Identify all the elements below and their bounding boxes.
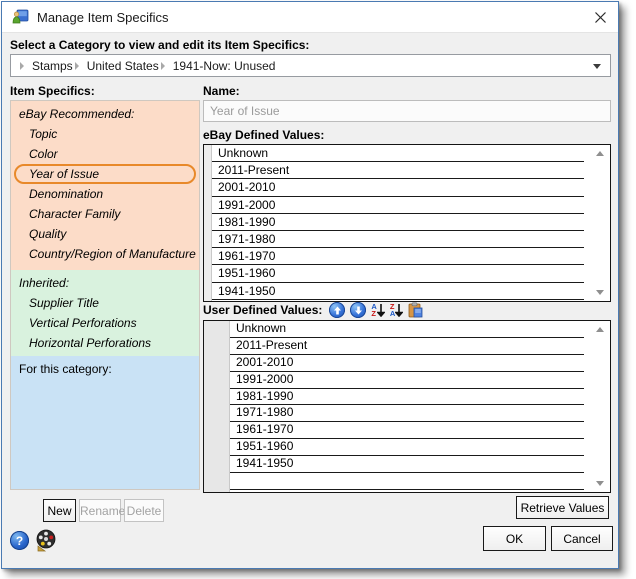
value-row[interactable]: 1941-1950 xyxy=(230,456,584,474)
sort-ascending-icon[interactable]: AZ xyxy=(371,302,385,318)
sort-descending-icon[interactable]: ZA xyxy=(390,302,404,318)
app-icon xyxy=(12,9,29,24)
spec-item[interactable]: Topic xyxy=(14,124,196,144)
spec-item[interactable]: Horizontal Perforations xyxy=(14,333,196,353)
value-row[interactable]: 2001-2010 xyxy=(230,355,584,372)
item-specifics-panel: eBay Recommended: Topic Color Year of Is… xyxy=(10,100,200,490)
inherited-section: Inherited: Supplier Title Vertical Perfo… xyxy=(11,270,199,356)
breadcrumb: Stamps United States 1941-Now: Unused xyxy=(18,59,275,73)
cancel-button[interactable]: Cancel xyxy=(551,526,613,551)
scroll-down-icon[interactable] xyxy=(596,290,604,295)
recommended-header: eBay Recommended: xyxy=(19,107,135,121)
breadcrumb-segment[interactable]: 1941-Now: Unused xyxy=(173,59,276,73)
manage-item-specifics-dialog: Manage Item Specifics Select a Category … xyxy=(1,1,619,569)
value-row[interactable]: 1961-1970 xyxy=(230,422,584,440)
ebay-defined-values-list: Unknown 2011-Present 2001-2010 1991-2000… xyxy=(203,144,611,302)
value-row[interactable]: 1991-2000 xyxy=(212,197,584,214)
value-row[interactable]: 1971-1980 xyxy=(230,405,584,423)
for-this-category-section: For this category: xyxy=(11,356,199,489)
row-gutter xyxy=(204,321,230,492)
paste-icon[interactable] xyxy=(408,302,423,318)
name-field xyxy=(203,100,611,122)
value-row[interactable]: 2011-Present xyxy=(212,162,584,180)
value-row[interactable]: 2011-Present xyxy=(230,338,584,355)
move-down-icon[interactable] xyxy=(350,302,367,318)
breadcrumb-chevron-icon xyxy=(20,61,24,70)
user-defined-values-list: Unknown 2011-Present 2001-2010 1991-2000… xyxy=(203,320,611,493)
rename-button[interactable]: Rename xyxy=(79,499,125,522)
help-glyph: ? xyxy=(15,533,24,548)
spec-item[interactable]: Denomination xyxy=(14,184,196,204)
retrieve-values-button[interactable]: Retrieve Values xyxy=(516,496,609,519)
category-section-label: Select a Category to view and edit its I… xyxy=(10,38,310,52)
spec-item[interactable]: Vertical Perforations xyxy=(14,313,196,333)
breadcrumb-chevron-icon xyxy=(160,61,165,70)
spec-item[interactable]: Color xyxy=(14,144,196,164)
combo-dropdown-icon[interactable] xyxy=(593,64,601,69)
value-row[interactable]: Unknown xyxy=(212,145,584,163)
breadcrumb-chevron-icon xyxy=(74,61,79,70)
spec-item[interactable]: Quality xyxy=(14,224,196,244)
value-row[interactable]: 1971-1980 xyxy=(212,231,584,249)
ok-button[interactable]: OK xyxy=(483,526,546,551)
value-row[interactable]: 1981-1990 xyxy=(212,214,584,231)
ebay-recommended-section: eBay Recommended: Topic Color Year of Is… xyxy=(11,101,199,270)
name-label: Name: xyxy=(203,84,240,98)
ebay-defined-values-label: eBay Defined Values: xyxy=(203,128,325,142)
value-row[interactable]: 2001-2010 xyxy=(212,179,584,197)
title-bar: Manage Item Specifics xyxy=(2,2,618,33)
value-row[interactable]: 1991-2000 xyxy=(230,372,584,389)
close-icon xyxy=(594,11,606,23)
move-up-icon[interactable] xyxy=(329,302,346,318)
category-breadcrumb-combo[interactable]: Stamps United States 1941-Now: Unused xyxy=(10,54,611,77)
value-row[interactable]: 1961-1970 xyxy=(212,248,584,266)
spec-item[interactable]: Country/Region of Manufacture xyxy=(14,244,196,264)
breadcrumb-segment[interactable]: Stamps xyxy=(32,59,73,73)
item-specifics-label: Item Specifics: xyxy=(10,84,95,98)
spec-item[interactable]: Supplier Title xyxy=(14,293,196,313)
user-value-rows: Unknown 2011-Present 2001-2010 1991-2000… xyxy=(204,321,610,474)
recommended-items: Topic Color Year of Issue Denomination C… xyxy=(14,124,196,264)
value-row[interactable]: 1941-1950 xyxy=(212,283,584,300)
new-button[interactable]: New xyxy=(43,499,76,522)
scroll-down-icon[interactable] xyxy=(596,481,604,486)
scroll-up-icon[interactable] xyxy=(596,151,604,156)
value-row[interactable]: Unknown xyxy=(230,321,584,338)
spec-item[interactable]: Character Family xyxy=(14,204,196,224)
close-button[interactable] xyxy=(582,2,618,32)
user-defined-values-header: User Defined Values: AZ ZA xyxy=(203,301,423,319)
value-row[interactable]: 1951-1960 xyxy=(230,439,584,457)
user-defined-values-label: User Defined Values: xyxy=(203,303,323,317)
delete-button[interactable]: Delete xyxy=(124,499,164,522)
spec-item[interactable]: Year of Issue xyxy=(14,164,196,184)
inherited-items: Supplier Title Vertical Perforations Hor… xyxy=(14,293,196,353)
empty-value-row[interactable] xyxy=(230,473,584,490)
breadcrumb-segment[interactable]: United States xyxy=(87,59,159,73)
ebay-value-rows: Unknown 2011-Present 2001-2010 1991-2000… xyxy=(204,145,610,300)
value-row[interactable]: 1951-1960 xyxy=(212,265,584,283)
row-gutter xyxy=(204,145,212,301)
value-row[interactable]: 1981-1990 xyxy=(230,389,584,406)
video-tutorial-icon[interactable] xyxy=(35,529,56,557)
scroll-up-icon[interactable] xyxy=(596,327,604,332)
for-this-category-header: For this category: xyxy=(19,362,112,376)
inherited-header: Inherited: xyxy=(19,276,70,290)
help-icon[interactable]: ? xyxy=(10,531,29,550)
window-title: Manage Item Specifics xyxy=(37,9,169,25)
